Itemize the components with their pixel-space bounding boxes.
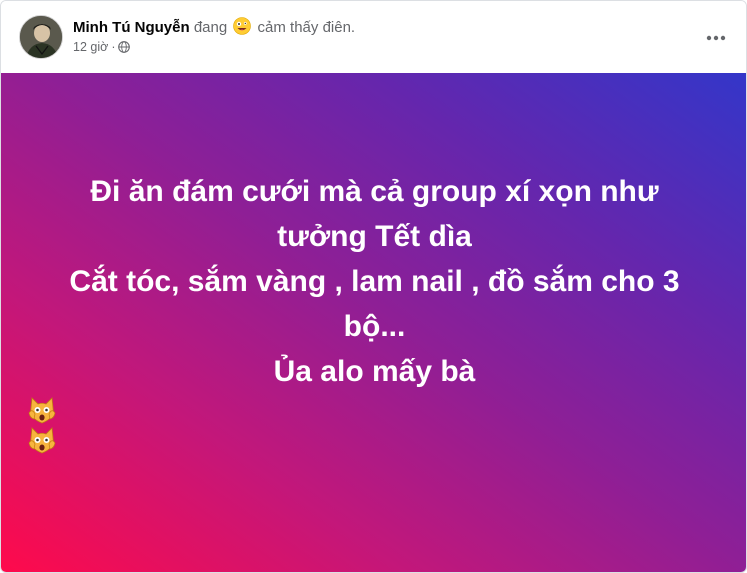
post-text-line: bộ... xyxy=(343,310,406,343)
crazy-face-emoji-icon xyxy=(233,17,252,35)
post-card-container: Minh Tú Nguyễn đang cảm thấy điên. 12 gi… xyxy=(0,0,747,573)
post-background-card: Đi ăn đám cưới mà cả group xí xọn như tư… xyxy=(1,73,746,572)
more-options-button[interactable] xyxy=(700,23,732,51)
weary-cat-emoji-icon xyxy=(27,394,57,424)
globe-icon[interactable] xyxy=(118,41,131,53)
post-text-last-line: Ủa alo mấy bà xyxy=(25,349,725,454)
author-line: Minh Tú Nguyễn đang cảm thấy điên. xyxy=(73,17,355,38)
post-text-line: Ủa alo mấy bà xyxy=(273,355,476,388)
more-options-icon xyxy=(706,28,726,46)
post-timestamp[interactable]: 12 giờ xyxy=(73,39,108,55)
post-text: Đi ăn đám cưới mà cả group xí xọn như tư… xyxy=(25,169,725,454)
weary-cat-emoji-icon xyxy=(27,424,57,454)
feeling-prefix: đang xyxy=(193,19,228,36)
post-meta: 12 giờ · xyxy=(73,39,131,55)
post-text-line: Cắt tóc, sắm vàng , lam nail , đồ sắm ch… xyxy=(69,265,680,298)
post-header: Minh Tú Nguyễn đang cảm thấy điên. 12 gi… xyxy=(1,1,746,73)
meta-separator: · xyxy=(111,40,116,54)
post-text-line: tưởng Tết dìa xyxy=(277,220,472,253)
avatar[interactable] xyxy=(19,15,63,59)
post-text-line: Đi ăn đám cưới mà cả group xí xọn như xyxy=(90,175,659,208)
author-name[interactable]: Minh Tú Nguyễn xyxy=(73,19,190,36)
feeling-text: cảm thấy điên. xyxy=(257,19,356,36)
